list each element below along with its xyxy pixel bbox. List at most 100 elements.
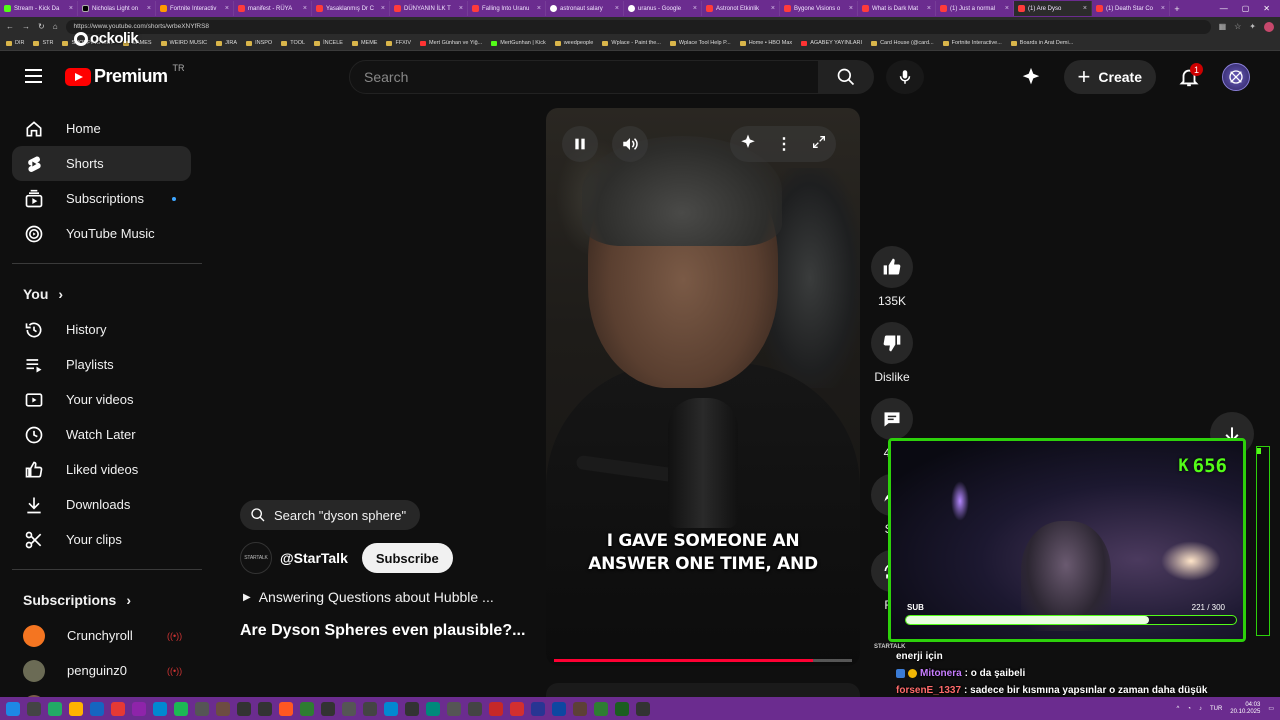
video-title[interactable]: Are Dyson Spheres even plausible?...	[240, 622, 535, 640]
browser-tab[interactable]: Falling Into Uranu ×	[468, 1, 546, 16]
home-browser-icon[interactable]: ⌂	[53, 22, 58, 31]
subscribe-button[interactable]: Subscribe	[361, 543, 453, 573]
browser-tab[interactable]: manifest - RÜYA ×	[234, 1, 312, 16]
bookmark-item[interactable]: JIRA	[216, 40, 237, 46]
bookmark-item[interactable]: Mert Günhan ve Yiğ...	[420, 40, 482, 46]
windows-start-icon[interactable]	[6, 701, 20, 716]
notifications-tray-icon[interactable]: ▭	[1268, 705, 1274, 712]
comments-button[interactable]	[871, 398, 913, 440]
sidebar-item-subscriptions[interactable]: Subscriptions	[12, 181, 204, 216]
app-icon[interactable]	[468, 701, 482, 716]
browser-tab[interactable]: (1) Death Star Co ×	[1092, 1, 1170, 16]
bookmark-star-icon[interactable]: ☆	[1234, 22, 1241, 32]
xbox-icon[interactable]	[195, 701, 209, 716]
channel-name[interactable]: @StarTalk	[280, 550, 348, 566]
app-icon[interactable]	[573, 701, 587, 716]
taskbar-clock[interactable]: 04:03 20.10.2025	[1230, 702, 1260, 716]
tab-close-icon[interactable]: ×	[1083, 5, 1087, 12]
app-icon[interactable]	[300, 701, 314, 716]
bookmark-item[interactable]: Card House (@card...	[871, 40, 934, 46]
tab-close-icon[interactable]: ×	[1005, 5, 1009, 12]
playlist-link[interactable]: ▶ Answering Questions about Hubble ...	[243, 589, 494, 605]
bookmark-item[interactable]: Wplace Tool Help P...	[669, 40, 731, 46]
app-icon[interactable]	[279, 701, 293, 716]
like-button[interactable]	[871, 246, 913, 288]
forward-icon[interactable]: →	[22, 22, 30, 31]
back-icon[interactable]: ←	[6, 22, 14, 31]
tab-close-icon[interactable]: ×	[225, 5, 229, 12]
folder-taskbar-icon[interactable]	[69, 701, 83, 716]
menu-icon[interactable]	[25, 69, 42, 83]
search-input[interactable]	[364, 69, 818, 85]
pause-button[interactable]	[562, 126, 598, 162]
bookmark-item[interactable]: İNCELE	[314, 40, 343, 46]
browser-tab[interactable]: Fortnite Interactiv ×	[156, 1, 234, 16]
search-taskbar-icon[interactable]	[27, 701, 41, 716]
browser-tab[interactable]: Stream - Kick Da ×	[0, 1, 78, 16]
more-options-icon[interactable]: ⋮	[776, 134, 792, 154]
tray-chevron-icon[interactable]: ^	[1177, 706, 1180, 712]
sidebar-item-playlists[interactable]: Playlists	[12, 347, 204, 382]
volume-button[interactable]	[612, 126, 648, 162]
bookmark-item[interactable]: weedpeople	[554, 40, 593, 46]
create-button[interactable]: + Create	[1063, 60, 1156, 94]
bookmark-item[interactable]: AGABEY YAYINLARI	[801, 40, 862, 46]
subscription-item[interactable]: Crunchyroll ((•))	[12, 618, 204, 653]
tab-close-icon[interactable]: ×	[927, 5, 931, 12]
bookmark-item[interactable]: Home • HBO Max	[739, 40, 792, 46]
account-avatar[interactable]	[1222, 63, 1250, 91]
subscriptions-section-header[interactable]: Subscriptions ›	[12, 582, 204, 618]
bookmark-item[interactable]: FFXIV	[386, 40, 411, 46]
tab-close-icon[interactable]: ×	[381, 5, 385, 12]
sidebar-item-liked-videos[interactable]: Liked videos	[12, 452, 204, 487]
related-search-chip[interactable]: Search "dyson sphere"	[240, 500, 421, 530]
close-icon[interactable]: ✕	[1263, 4, 1270, 13]
shorts-remix-button[interactable]	[1014, 60, 1048, 94]
keyboard-language[interactable]: TUR	[1210, 706, 1222, 712]
url-field[interactable]: https://www.youtube.com/shorts/wrbeXNYfR…	[65, 19, 1211, 34]
bookmark-item[interactable]: STR	[33, 40, 53, 46]
bookmark-item[interactable]: Fortnite Interactive...	[942, 40, 1002, 46]
tab-close-icon[interactable]: ×	[693, 5, 697, 12]
sidebar-item-history[interactable]: History	[12, 312, 204, 347]
notifications-button[interactable]: 1	[1172, 60, 1206, 94]
spotify-icon[interactable]	[174, 701, 188, 716]
settings-icon[interactable]	[636, 701, 650, 716]
bookmark-item[interactable]: TOOL	[281, 40, 305, 46]
app-icon[interactable]	[510, 701, 524, 716]
app-icon[interactable]	[384, 701, 398, 716]
tab-close-icon[interactable]: ×	[849, 5, 853, 12]
app-icon[interactable]	[447, 701, 461, 716]
vscode-icon[interactable]	[132, 701, 146, 716]
browser-profile-avatar[interactable]	[1264, 21, 1274, 32]
channel-avatar[interactable]: STARTALK	[240, 542, 272, 574]
bookmark-item[interactable]: MertGunhan | Kick	[491, 40, 546, 46]
browser-tab[interactable]: (1) Just a normal ×	[936, 1, 1014, 16]
new-tab-icon[interactable]: +	[1170, 4, 1184, 14]
bookmark-item[interactable]: DIR	[6, 40, 24, 46]
bookmark-item[interactable]: Boards in Arat Demi...	[1010, 40, 1073, 46]
app-icon[interactable]	[426, 701, 440, 716]
tab-close-icon[interactable]: ×	[303, 5, 307, 12]
app-icon[interactable]	[111, 701, 125, 716]
sidebar-item-your-videos[interactable]: Your videos	[12, 382, 204, 417]
app-icon[interactable]	[615, 701, 629, 716]
sidebar-item-home[interactable]: Home	[12, 111, 204, 146]
sidebar-item-your-clips[interactable]: Your clips	[12, 522, 204, 557]
steam-icon[interactable]	[258, 701, 272, 716]
tab-close-icon[interactable]: ×	[537, 5, 541, 12]
bookmark-item[interactable]: MEME	[351, 40, 377, 46]
browser-tab[interactable]: Nicholas Light on ×	[78, 1, 156, 16]
tab-close-icon[interactable]: ×	[615, 5, 619, 12]
browser-tab[interactable]: Yasaklanmış Dr C ×	[312, 1, 390, 16]
tab-close-icon[interactable]: ×	[69, 5, 73, 12]
tab-close-icon[interactable]: ×	[147, 5, 151, 12]
app-icon[interactable]	[363, 701, 377, 716]
maximize-icon[interactable]: ▢	[1242, 4, 1250, 13]
bookmark-item[interactable]: INSPO	[246, 40, 272, 46]
bookmark-item[interactable]: WEIRD MUSIC	[160, 40, 207, 46]
store-icon[interactable]	[90, 701, 104, 716]
browser-tab[interactable]: uranus - Google ×	[624, 1, 702, 16]
sidebar-item-watch-later[interactable]: Watch Later	[12, 417, 204, 452]
browser-tab[interactable]: What is Dark Mat ×	[858, 1, 936, 16]
